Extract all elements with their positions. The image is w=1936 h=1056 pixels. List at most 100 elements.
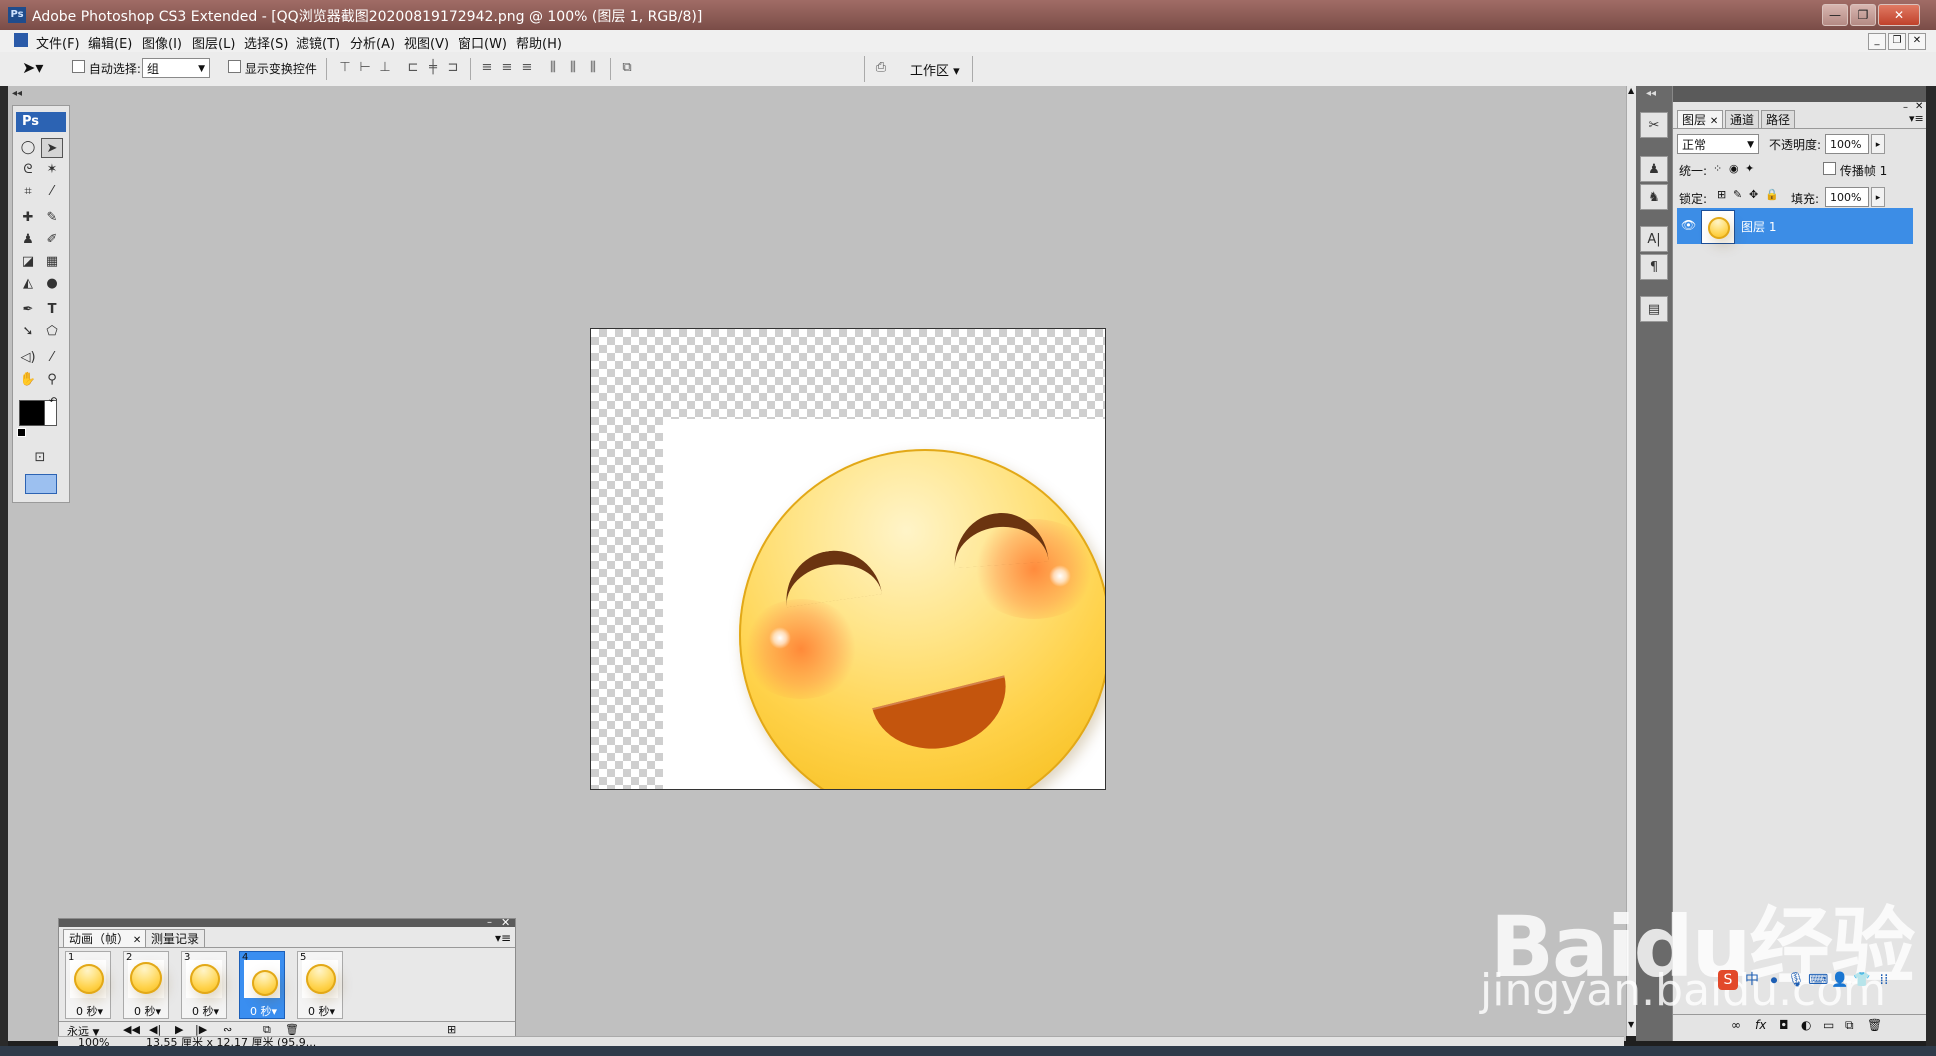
frame-delay[interactable]: 0 秒▾: [76, 1003, 103, 1019]
layer-comps-icon[interactable]: ▤: [1640, 296, 1668, 322]
lock-transparent-icon[interactable]: ⊞: [1717, 188, 1726, 201]
visibility-eye-icon[interactable]: 👁: [1681, 218, 1696, 232]
tab-close-icon[interactable]: ✕: [133, 935, 141, 946]
document-icon[interactable]: [14, 33, 28, 47]
menu-view[interactable]: 视图(V): [404, 33, 449, 52]
history-brush-tool-icon[interactable]: ✐: [41, 230, 63, 250]
bridge-icon[interactable]: ⎙: [872, 60, 890, 76]
blend-mode-dropdown[interactable]: 正常 ▼: [1677, 134, 1759, 154]
show-transform-checkbox[interactable]: [228, 60, 241, 73]
frame-5[interactable]: 5 0 秒▾: [297, 951, 343, 1019]
menu-analysis[interactable]: 分析(A): [350, 33, 395, 52]
frame-delay[interactable]: 0 秒▾: [134, 1003, 161, 1019]
blur-tool-icon[interactable]: ◭: [17, 274, 39, 294]
brush-tool-icon[interactable]: ✎: [41, 208, 63, 228]
new-group-icon[interactable]: ▭: [1823, 1018, 1834, 1032]
marquee-tool-icon[interactable]: ◯: [17, 138, 39, 158]
clone-source-icon[interactable]: ♞: [1640, 184, 1668, 210]
panel-minimize-icon[interactable]: –: [487, 917, 492, 928]
shape-tool-icon[interactable]: ⬠: [41, 322, 63, 342]
healing-brush-tool-icon[interactable]: ✚: [17, 208, 39, 228]
magic-wand-tool-icon[interactable]: ✶: [41, 160, 63, 180]
eraser-tool-icon[interactable]: ◪: [17, 252, 39, 272]
auto-align-icon[interactable]: ⧉: [618, 60, 636, 76]
default-colors-icon[interactable]: [17, 428, 26, 437]
ime-user-icon[interactable]: 👤: [1830, 970, 1850, 990]
type-tool-icon[interactable]: T: [41, 300, 63, 320]
dodge-tool-icon[interactable]: ●: [41, 274, 63, 294]
align-vcenter-icon[interactable]: ⊢: [356, 60, 374, 76]
propagate-frame-checkbox[interactable]: [1823, 162, 1836, 175]
tab-paths[interactable]: 路径: [1761, 110, 1796, 129]
ime-punct-icon[interactable]: ⦁: [1764, 970, 1784, 990]
character-icon[interactable]: A|: [1640, 226, 1668, 252]
layer-style-icon[interactable]: fx: [1755, 1018, 1766, 1032]
fill-slider-button[interactable]: ▸: [1871, 187, 1885, 207]
sogou-ime-icon[interactable]: S: [1718, 970, 1738, 990]
tab-measurement-log[interactable]: 测量记录: [145, 929, 206, 948]
frame-delay[interactable]: 0 秒▾: [250, 1003, 277, 1019]
ime-mode-icon[interactable]: 中: [1742, 970, 1762, 990]
frame-1[interactable]: 1 0 秒▾: [65, 951, 111, 1019]
document-canvas[interactable]: [590, 328, 1106, 790]
first-frame-icon[interactable]: ◀◀: [123, 1023, 140, 1036]
new-layer-icon[interactable]: ⧉: [1845, 1018, 1854, 1033]
move-tool-icon[interactable]: ➤: [41, 138, 63, 158]
frame-delay[interactable]: 0 秒▾: [192, 1003, 219, 1019]
eyedropper-tool-icon[interactable]: ⁄: [41, 348, 63, 368]
minimize-button[interactable]: —: [1822, 4, 1848, 26]
distribute-hcenter-icon[interactable]: ⫼: [564, 60, 582, 76]
close-button[interactable]: ✕: [1878, 4, 1920, 26]
align-left-icon[interactable]: ⊏: [404, 60, 422, 76]
frame-3[interactable]: 3 0 秒▾: [181, 951, 227, 1019]
distribute-left-icon[interactable]: ⫼: [544, 60, 562, 76]
tween-icon[interactable]: ∾: [223, 1023, 232, 1036]
prev-frame-icon[interactable]: ◀|: [149, 1023, 161, 1036]
distribute-top-icon[interactable]: ≡: [478, 60, 496, 76]
fill-input[interactable]: 100%: [1825, 187, 1869, 207]
restore-button[interactable]: ❐: [1850, 4, 1876, 26]
opacity-input[interactable]: 100%: [1825, 134, 1869, 154]
pen-tool-icon[interactable]: ✒: [17, 300, 39, 320]
auto-select-dropdown[interactable]: 组 ▼: [142, 58, 210, 78]
link-layers-icon[interactable]: ∞: [1731, 1018, 1741, 1032]
align-right-icon[interactable]: ⊐: [444, 60, 462, 76]
play-icon[interactable]: ▶: [175, 1023, 183, 1036]
delete-layer-icon[interactable]: 🗑: [1867, 1018, 1882, 1032]
notes-tool-icon[interactable]: ◁): [17, 348, 39, 368]
panel-close-icon[interactable]: ✕: [501, 916, 510, 929]
delete-frame-icon[interactable]: 🗑: [285, 1023, 299, 1036]
distribute-right-icon[interactable]: ⫼: [584, 60, 602, 76]
slice-tool-icon[interactable]: ⁄: [41, 182, 63, 202]
auto-select-checkbox[interactable]: [72, 60, 85, 73]
unify-visibility-icon[interactable]: ◉: [1729, 162, 1739, 175]
distribute-bottom-icon[interactable]: ≡: [518, 60, 536, 76]
move-tool-preset-icon[interactable]: ➤▾: [22, 58, 58, 80]
workspace-menu[interactable]: 工作区 ▾: [910, 60, 960, 79]
brushes-icon[interactable]: ♟: [1640, 156, 1668, 182]
swap-colors-icon[interactable]: ↶: [49, 396, 57, 407]
crop-tool-icon[interactable]: ⌗: [17, 182, 39, 202]
layer-name[interactable]: 图层 1: [1741, 218, 1776, 235]
scroll-down-icon[interactable]: ▼: [1628, 1020, 1634, 1029]
ime-skin-icon[interactable]: 👕: [1852, 970, 1872, 990]
duplicate-frame-icon[interactable]: ⧉: [263, 1023, 271, 1037]
menu-filter[interactable]: 滤镜(T): [296, 33, 340, 52]
quick-mask-icon[interactable]: ⊡: [29, 448, 51, 468]
lasso-tool-icon[interactable]: ᘓ: [17, 160, 39, 180]
menu-layer[interactable]: 图层(L): [192, 33, 235, 52]
collapse-toolbox-icon[interactable]: ◂◂: [12, 88, 22, 99]
layer-mask-icon[interactable]: ◘: [1779, 1018, 1789, 1032]
menu-window[interactable]: 窗口(W): [458, 33, 507, 52]
layer-row[interactable]: 👁 图层 1: [1677, 208, 1913, 244]
ime-voice-icon[interactable]: 🎙: [1786, 970, 1806, 990]
menu-file[interactable]: 文件(F): [36, 33, 80, 52]
panel-menu-icon[interactable]: ▾≡: [495, 931, 511, 945]
opacity-slider-button[interactable]: ▸: [1871, 134, 1885, 154]
ime-keyboard-icon[interactable]: ⌨: [1808, 970, 1828, 990]
auto-select-option[interactable]: 自动选择:: [72, 60, 141, 77]
unify-position-icon[interactable]: ⁘: [1713, 162, 1722, 175]
panel-close-icon[interactable]: ✕: [1915, 101, 1923, 112]
ime-tools-icon[interactable]: ⁞⁞: [1874, 970, 1894, 990]
show-transform-option[interactable]: 显示变换控件: [228, 60, 317, 77]
